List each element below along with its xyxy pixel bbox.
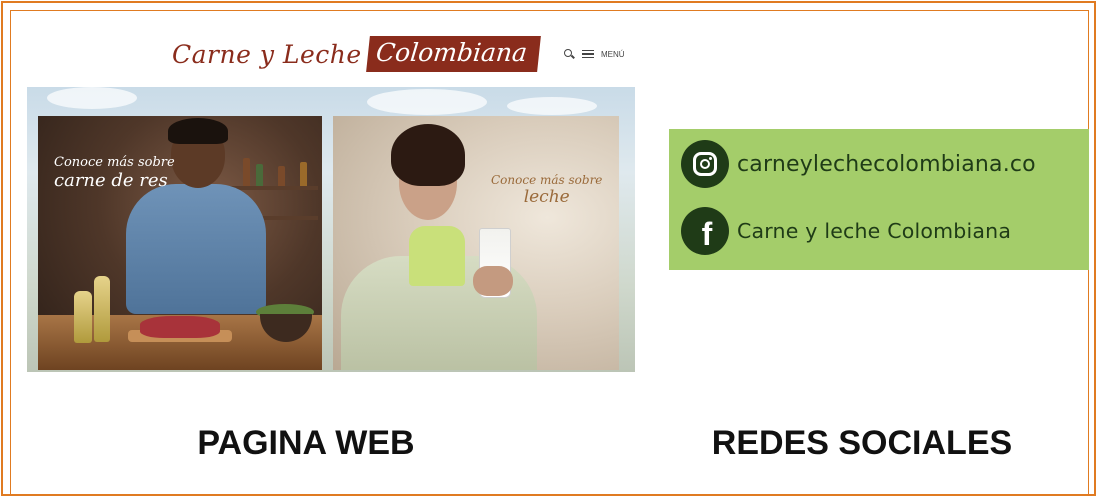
facebook-row[interactable]: f Carne y leche Colombiana: [681, 206, 1011, 256]
social-card: carneylechecolombiana.co f Carne y leche…: [669, 129, 1089, 270]
milk-caption: Conoce más sobre leche: [491, 173, 603, 207]
instagram-icon: [681, 140, 729, 188]
instagram-row[interactable]: carneylechecolombiana.co: [681, 139, 1036, 189]
cloud: [507, 97, 597, 115]
facebook-name: Carne y leche Colombiana: [737, 219, 1012, 243]
oil-bottle: [74, 291, 92, 343]
bottle: [278, 166, 285, 186]
bottle: [243, 158, 250, 186]
milk-caption-line2: leche: [523, 186, 570, 207]
milk-panel[interactable]: Conoce más sobre leche: [333, 116, 619, 370]
web-label: PAGINA WEB: [197, 424, 415, 462]
website-hero: Conoce más sobre carne de res Conoce más…: [27, 87, 635, 372]
cloud: [367, 89, 487, 115]
oil-bottle: [94, 276, 110, 342]
man-hair: [168, 118, 228, 144]
woman-hair: [391, 124, 465, 186]
cloud: [47, 87, 137, 109]
milk-caption-line1: Conoce más sobre: [491, 173, 603, 187]
woman-collar: [409, 226, 465, 286]
logo-badge: Colombiana: [365, 36, 541, 72]
man-figure: [126, 184, 266, 314]
bottle: [256, 164, 263, 186]
social-label: REDES SOCIALES: [711, 424, 1013, 462]
hand: [473, 266, 513, 296]
instagram-handle: carneylechecolombiana.co: [737, 151, 1036, 177]
beef-panel[interactable]: Conoce más sobre carne de res: [38, 116, 322, 370]
logo-text: Carne y Leche: [172, 39, 362, 69]
beef-cut: [140, 316, 220, 338]
site-nav: MENÚ: [563, 46, 625, 62]
facebook-icon: f: [681, 207, 729, 255]
beef-caption-line1: Conoce más sobre: [54, 155, 175, 170]
beef-caption: Conoce más sobre carne de res: [54, 155, 175, 192]
search-icon[interactable]: [563, 48, 575, 60]
beef-caption-line2: carne de res: [54, 169, 168, 191]
bottle: [300, 162, 307, 186]
site-logo[interactable]: Carne y Leche Colombiana: [172, 36, 541, 72]
menu-label[interactable]: MENÚ: [601, 50, 625, 59]
hamburger-menu-icon[interactable]: [582, 49, 594, 59]
